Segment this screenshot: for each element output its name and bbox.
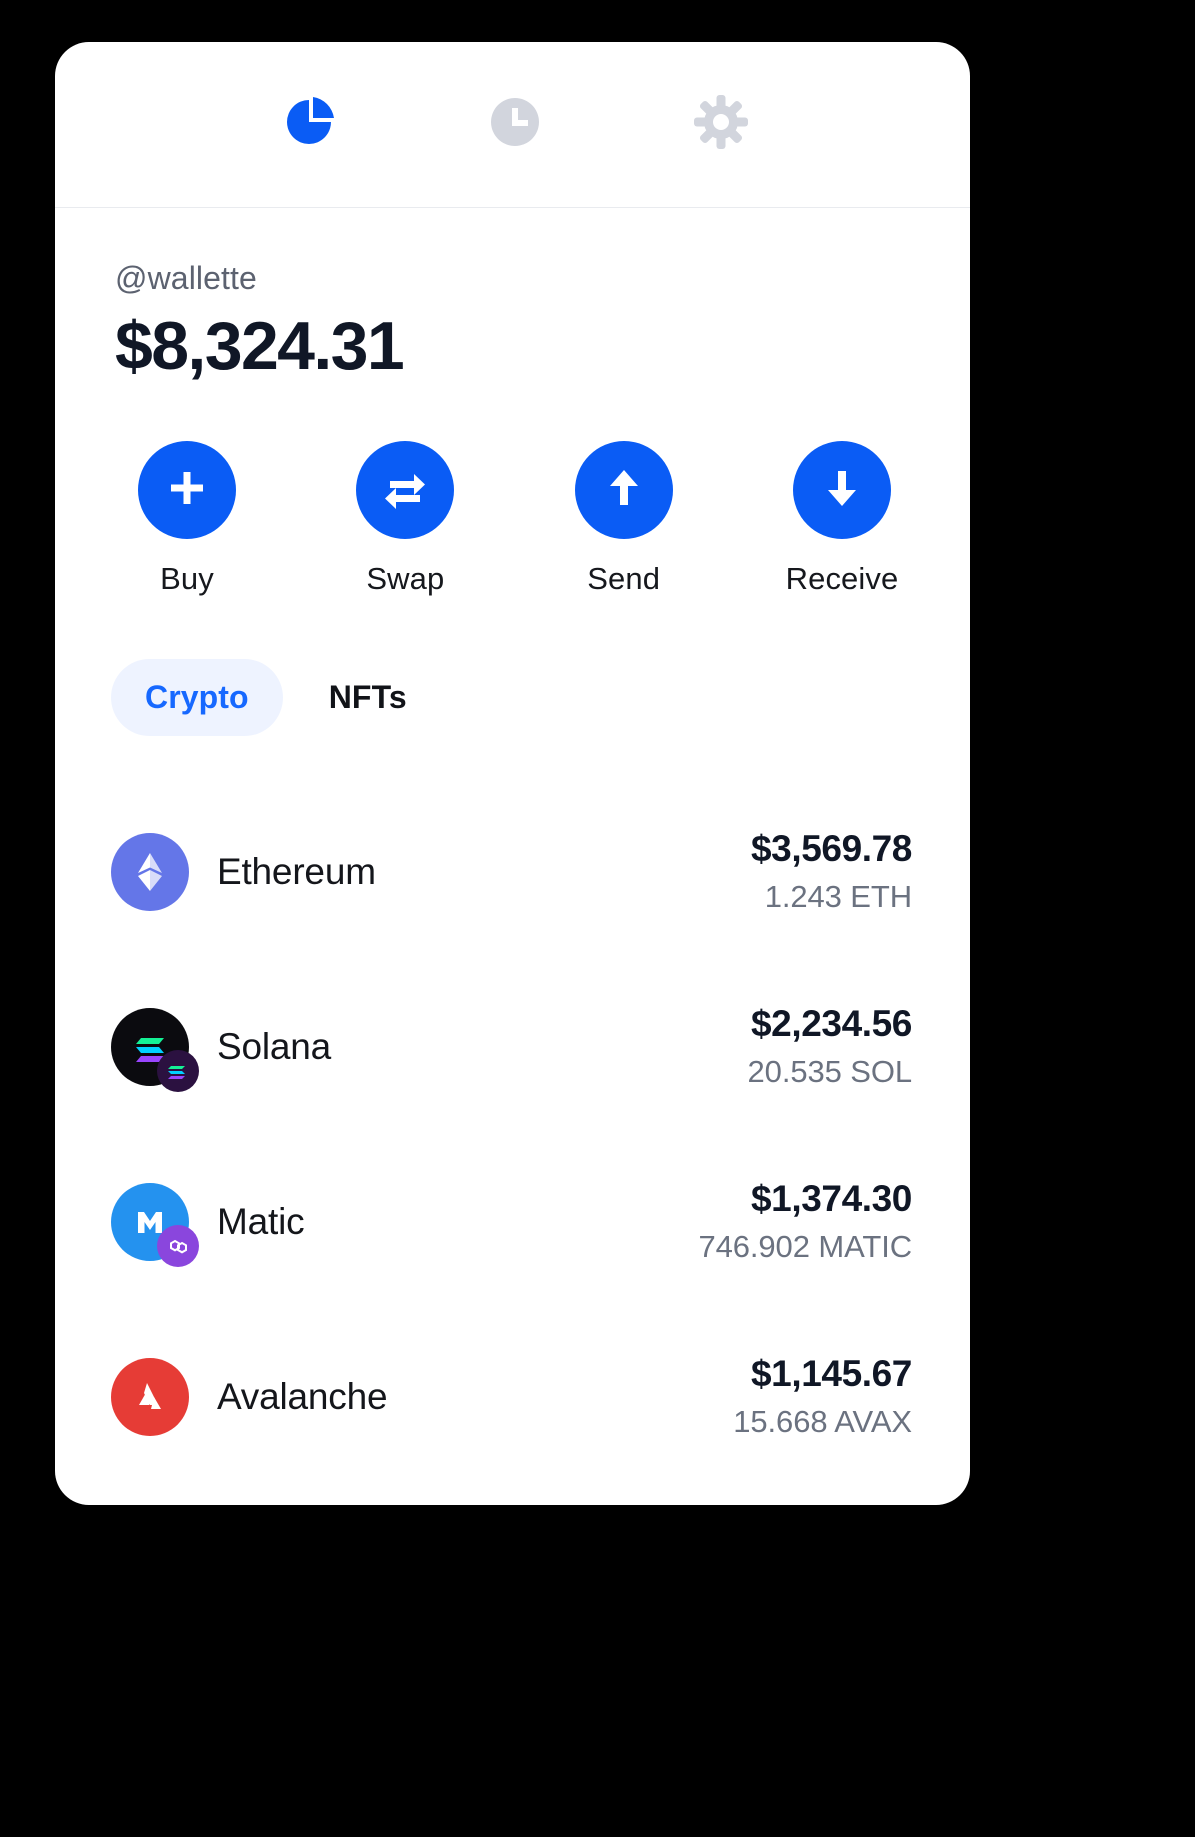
swap-icon — [382, 465, 428, 516]
token-amount: 746.902 MATIC — [698, 1229, 912, 1264]
token-fiat-value: $2,234.56 — [750, 1003, 912, 1044]
nav-portfolio-tab[interactable] — [277, 93, 341, 157]
swap-button-label: Swap — [366, 561, 445, 596]
receive-button[interactable]: Receive — [772, 441, 912, 597]
send-button[interactable]: Send — [554, 441, 694, 597]
token-fiat-value: $1,145.67 — [750, 1353, 912, 1394]
table-row[interactable]: Solana $2,234.56 20.535 SOL — [111, 959, 912, 1134]
buy-button[interactable]: Buy — [117, 441, 257, 597]
account-handle: @wallette — [115, 260, 257, 296]
nav-settings-tab[interactable] — [689, 93, 753, 157]
arrow-up-icon — [602, 466, 646, 515]
token-fiat-value: $1,374.30 — [750, 1178, 912, 1219]
gear-icon — [693, 95, 748, 154]
send-button-circle — [574, 441, 673, 539]
top-navigation — [55, 42, 970, 208]
clock-icon — [490, 97, 540, 152]
receive-button-label: Receive — [785, 561, 899, 596]
nav-activity-tab[interactable] — [483, 93, 547, 157]
send-button-label: Send — [587, 561, 661, 596]
table-row[interactable]: Avalanche $1,145.67 15.668 AVAX — [111, 1309, 912, 1484]
token-name: Avalanche — [217, 1375, 388, 1417]
asset-type-tabs: Crypto NFTs — [55, 659, 970, 736]
buy-button-circle — [138, 441, 236, 539]
table-row[interactable]: Ethereum $3,569.78 1.243 ETH — [111, 784, 912, 959]
buy-button-label: Buy — [160, 561, 214, 596]
token-amount: 20.535 SOL — [747, 1054, 913, 1089]
quick-actions: Buy Swap Send Receive — [55, 441, 970, 597]
token-values: $1,374.30 746.902 MATIC — [698, 1178, 912, 1265]
arrow-down-icon — [820, 466, 864, 515]
tab-nfts[interactable]: NFTs — [295, 659, 441, 736]
token-name: Ethereum — [217, 850, 376, 892]
app-screen: @wallette $8,324.31 Buy Swap Send Receiv… — [0, 0, 1195, 1837]
swap-button[interactable]: Swap — [335, 441, 475, 597]
token-values: $2,234.56 20.535 SOL — [747, 1003, 913, 1090]
solana-logo — [111, 1007, 199, 1092]
pie-chart-icon — [283, 96, 335, 153]
token-amount: 15.668 AVAX — [733, 1404, 912, 1439]
token-amount: 1.243 ETH — [764, 879, 912, 914]
ethereum-logo — [111, 832, 189, 911]
plus-icon — [165, 466, 209, 515]
total-balance: $8,324.31 — [115, 308, 405, 384]
matic-logo — [111, 1182, 199, 1267]
token-fiat-value: $3,569.78 — [750, 828, 912, 869]
token-values: $3,569.78 1.243 ETH — [751, 828, 912, 915]
avalanche-logo — [111, 1357, 189, 1436]
solana-badge — [157, 1049, 199, 1092]
tab-crypto[interactable]: Crypto — [111, 659, 283, 736]
receive-button-circle — [792, 441, 891, 539]
polygon-badge — [157, 1224, 199, 1267]
wallet-card: @wallette $8,324.31 Buy Swap Send Receiv… — [55, 42, 970, 1505]
token-values: $1,145.67 15.668 AVAX — [733, 1353, 912, 1440]
table-row[interactable]: Matic $1,374.30 746.902 MATIC — [111, 1134, 912, 1309]
account-summary: @wallette $8,324.31 — [55, 208, 970, 385]
token-name: Solana — [217, 1025, 332, 1067]
token-list: Ethereum $3,569.78 1.243 ETH Solana $2,2… — [55, 784, 970, 1484]
token-name: Matic — [217, 1200, 305, 1242]
swap-button-circle — [356, 441, 455, 539]
